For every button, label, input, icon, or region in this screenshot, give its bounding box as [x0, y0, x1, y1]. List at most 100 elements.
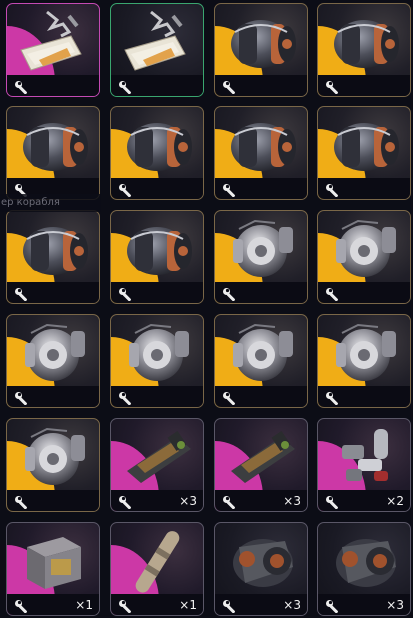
- tile-footer: [215, 386, 307, 407]
- tile-footer: ×1: [111, 594, 203, 615]
- tile-thruster-4[interactable]: [110, 106, 204, 200]
- weapon-icon: [225, 425, 301, 489]
- wrench-icon[interactable]: [14, 286, 28, 302]
- wrench-icon[interactable]: [222, 390, 236, 406]
- wrench-icon[interactable]: [325, 598, 339, 614]
- parts-icon: [328, 425, 404, 489]
- tile-footer: [318, 386, 410, 407]
- wrench-icon[interactable]: [118, 494, 132, 510]
- wrench-icon[interactable]: [325, 286, 339, 302]
- engine-icon: [225, 529, 301, 593]
- tile-reactor-7[interactable]: [6, 418, 100, 512]
- tile-footer: ×3: [318, 594, 410, 615]
- thruster-icon: [121, 113, 197, 177]
- tile-thruster-6[interactable]: [317, 106, 411, 200]
- reactor-icon: [225, 217, 301, 281]
- tile-footer: [318, 178, 410, 199]
- tile-engine-1[interactable]: ×3: [214, 522, 308, 616]
- tile-footer: [111, 386, 203, 407]
- wrench-icon[interactable]: [222, 79, 236, 95]
- tile-footer: [215, 282, 307, 303]
- tile-reactor-3[interactable]: [6, 314, 100, 408]
- tile-footer: [215, 75, 307, 96]
- tile-thruster-7[interactable]: [6, 210, 100, 304]
- wrench-icon[interactable]: [325, 79, 339, 95]
- tile-rod-1[interactable]: ×1: [110, 522, 204, 616]
- tile-weapon-2[interactable]: ×3: [214, 418, 308, 512]
- tile-blueprint-1[interactable]: [6, 3, 100, 97]
- reactor-icon: [17, 321, 93, 385]
- tile-blueprint-2[interactable]: [110, 3, 204, 97]
- reactor-icon: [328, 321, 404, 385]
- tile-footer: [111, 282, 203, 303]
- tile-footer: [215, 178, 307, 199]
- wrench-icon[interactable]: [14, 494, 28, 510]
- thruster-icon: [328, 10, 404, 74]
- item-quantity: ×3: [283, 598, 301, 612]
- item-quantity: ×2: [386, 494, 404, 508]
- tile-footer: [111, 75, 203, 96]
- wrench-icon[interactable]: [118, 79, 132, 95]
- weapon-icon: [121, 425, 197, 489]
- thruster-icon: [17, 113, 93, 177]
- tile-footer: [111, 178, 203, 199]
- item-quantity: ×3: [179, 494, 197, 508]
- tile-footer: ×2: [318, 490, 410, 511]
- tile-reactor-1[interactable]: [214, 210, 308, 304]
- thruster-icon: [328, 113, 404, 177]
- tile-thruster-1[interactable]: [214, 3, 308, 97]
- tile-thruster-5[interactable]: [214, 106, 308, 200]
- wrench-icon[interactable]: [222, 182, 236, 198]
- tile-reactor-4[interactable]: [110, 314, 204, 408]
- tile-footer: [318, 75, 410, 96]
- reactor-icon: [225, 321, 301, 385]
- wrench-icon[interactable]: [325, 390, 339, 406]
- thruster-icon: [17, 217, 93, 281]
- wrench-icon[interactable]: [14, 598, 28, 614]
- wrench-icon[interactable]: [325, 494, 339, 510]
- reactor-icon: [17, 425, 93, 489]
- wrench-icon[interactable]: [118, 598, 132, 614]
- blueprint-icon: [121, 10, 197, 74]
- engine-icon: [328, 529, 404, 593]
- wrench-icon[interactable]: [222, 286, 236, 302]
- tile-footer: [7, 490, 99, 511]
- crate-icon: [17, 529, 93, 593]
- tile-thruster-8[interactable]: [110, 210, 204, 304]
- tile-reactor-5[interactable]: [214, 314, 308, 408]
- wrench-icon[interactable]: [118, 182, 132, 198]
- reactor-icon: [121, 321, 197, 385]
- inventory-grid: ×3 ×3 ×2 ×1 ×1 ×3 ×3: [0, 0, 413, 618]
- tile-footer: ×3: [111, 490, 203, 511]
- wrench-icon[interactable]: [118, 390, 132, 406]
- tile-reactor-6[interactable]: [317, 314, 411, 408]
- tile-weapon-1[interactable]: ×3: [110, 418, 204, 512]
- wrench-icon[interactable]: [14, 79, 28, 95]
- item-quantity: ×3: [283, 494, 301, 508]
- reactor-icon: [328, 217, 404, 281]
- thruster-icon: [121, 217, 197, 281]
- wrench-icon[interactable]: [325, 182, 339, 198]
- tile-engine-2[interactable]: ×3: [317, 522, 411, 616]
- wrench-icon[interactable]: [222, 598, 236, 614]
- tile-footer: [7, 282, 99, 303]
- wrench-icon[interactable]: [222, 494, 236, 510]
- wrench-icon[interactable]: [118, 286, 132, 302]
- tile-parts-1[interactable]: ×2: [317, 418, 411, 512]
- tile-crate-1[interactable]: ×1: [6, 522, 100, 616]
- item-quantity: ×1: [75, 598, 93, 612]
- tile-thruster-2[interactable]: [317, 3, 411, 97]
- tile-footer: [7, 75, 99, 96]
- ghost-label: ер корабля: [0, 194, 101, 212]
- tile-thruster-3[interactable]: [6, 106, 100, 200]
- tile-reactor-2[interactable]: [317, 210, 411, 304]
- tile-footer: ×3: [215, 594, 307, 615]
- thruster-icon: [225, 113, 301, 177]
- item-quantity: ×1: [179, 598, 197, 612]
- blueprint-icon: [17, 10, 93, 74]
- thruster-icon: [225, 10, 301, 74]
- tile-footer: ×1: [7, 594, 99, 615]
- tile-footer: [7, 386, 99, 407]
- wrench-icon[interactable]: [14, 390, 28, 406]
- rod-icon: [121, 529, 197, 593]
